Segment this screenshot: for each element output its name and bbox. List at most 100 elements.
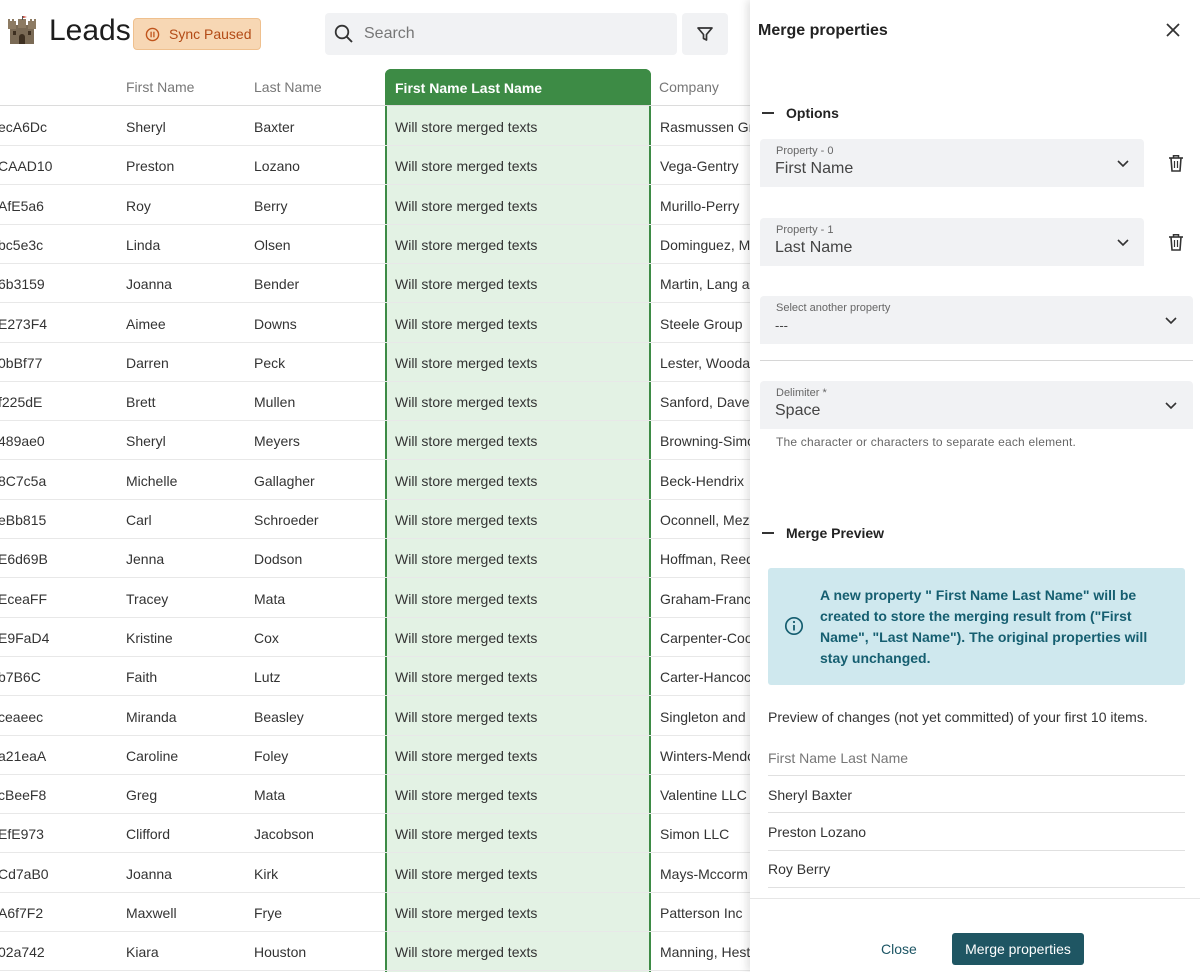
cell-first-name: Carl [126, 512, 152, 528]
page-title: Leads [49, 14, 131, 47]
cell-company: Murillo-Perry [660, 197, 740, 214]
preview-heading: Merge Preview [786, 525, 885, 541]
select-another-property[interactable]: Select another property --- [760, 296, 1193, 344]
cell-id: 8C7c5a [0, 472, 47, 489]
select-another-label: Select another property [776, 302, 891, 314]
cell-merged: Will store merged texts [395, 236, 538, 253]
cell-company: Sanford, Daven [660, 394, 750, 411]
cell-merged: Will store merged texts [395, 708, 538, 725]
table-row[interactable]: EceaFF Tracey Mata Will store merged texts G… [0, 579, 750, 618]
column-header-last-name[interactable]: Last Name [254, 79, 322, 95]
header-divider [0, 105, 750, 106]
table-row[interactable]: A6f7F2 Maxwell Frye Will store merged texts… [0, 893, 750, 932]
table-row[interactable]: b7B6C Faith Lutz Will store merged texts Car… [0, 657, 750, 697]
table-row[interactable]: 02a742 Kiara Houston Will store merged text… [0, 932, 750, 972]
search-input[interactable] [364, 25, 644, 43]
sync-status-badge[interactable]: Sync Paused [133, 18, 261, 50]
cell-first-name: Joanna [126, 276, 172, 293]
trash-icon[interactable] [1168, 154, 1184, 172]
cell-id: f225dE [0, 394, 43, 411]
cell-first-name: Jenna [126, 551, 165, 568]
property-1-select[interactable]: Property - 1 Last Name [760, 218, 1144, 266]
cell-id: ecA6Dc [0, 119, 48, 135]
table-row[interactable]: Cd7aB0 Joanna Kirk Will store merged texts M… [0, 854, 750, 893]
cell-company: Carpenter-Coo [660, 629, 750, 646]
preview-divider [768, 887, 1185, 888]
preview-divider [768, 775, 1185, 776]
cell-last-name: Kirk [254, 865, 279, 882]
table-row[interactable]: CAAD10 Preston Lozano Will store merged tex… [0, 146, 750, 186]
delimiter-select[interactable]: Delimiter * Space [760, 381, 1193, 429]
chevron-down-icon [1165, 317, 1177, 325]
cell-last-name: Berry [254, 197, 288, 214]
filter-button[interactable] [682, 13, 728, 55]
preview-divider [768, 850, 1185, 851]
close-icon[interactable] [1164, 21, 1182, 39]
cell-first-name: Clifford [126, 826, 171, 843]
table-row[interactable]: eBb815 Carl Schroeder Will store merged tex… [0, 500, 750, 539]
table-row[interactable]: AfE5a6 Roy Berry Will store merged texts Mur… [0, 186, 750, 225]
cell-merged: Will store merged texts [395, 276, 538, 293]
cell-merged: Will store merged texts [395, 472, 538, 489]
cell-merged: Will store merged texts [395, 197, 538, 214]
cell-last-name: Mata [254, 590, 286, 607]
table-row[interactable]: 8C7c5a Michelle Gallagher Will store merged… [0, 461, 750, 500]
merge-info-alert: A new property " First Name Last Name" w… [768, 568, 1185, 685]
cell-merged: Will store merged texts [395, 747, 538, 764]
cell-id: 0bBf77 [0, 354, 43, 371]
cell-company: Vega-Gentry [660, 158, 739, 175]
merge-properties-button[interactable]: Merge properties [952, 933, 1084, 965]
table-row[interactable]: 6b3159 Joanna Bender Will store merged text… [0, 264, 750, 304]
preview-description: Preview of changes (not yet committed) o… [768, 709, 1148, 725]
column-header-merged[interactable]: First Name Last Name [385, 69, 651, 106]
table-row[interactable]: E273F4 Aimee Downs Will store merged texts S… [0, 304, 750, 343]
cell-last-name: Olsen [254, 236, 291, 253]
trash-icon[interactable] [1168, 233, 1184, 251]
cell-merged: Will store merged texts [395, 512, 538, 528]
table-row[interactable]: ecA6Dc Sheryl Baxter Will store merged text… [0, 107, 750, 146]
cell-company: Winters-Mendo [660, 747, 750, 764]
top-bar: Leads Sync Paused [0, 0, 750, 68]
cell-company: Carter-Hancoc [660, 669, 750, 686]
property-1-value: Last Name [775, 239, 853, 256]
table-row[interactable]: 0bBf77 Darren Peck Will store merged texts L… [0, 343, 750, 382]
preview-section-toggle[interactable]: Merge Preview [762, 525, 884, 541]
leads-view: Leads Sync Paused Search First Name Last… [0, 0, 750, 972]
cell-merged: Will store merged texts [395, 158, 538, 175]
cell-id: Cd7aB0 [0, 865, 49, 882]
table-row[interactable]: E9FaD4 Kristine Cox Will store merged texts… [0, 618, 750, 657]
table-row[interactable]: ceaeec Miranda Beasley Will store merged te… [0, 697, 750, 736]
table-row[interactable]: f225dE Brett Mullen Will store merged texts… [0, 382, 750, 422]
property-0-select[interactable]: Property - 0 First Name [760, 139, 1144, 187]
table-row[interactable]: bc5e3c Linda Olsen Will store merged texts D… [0, 225, 750, 264]
castle-icon [8, 16, 36, 44]
select-another-value: --- [775, 318, 788, 333]
cell-merged: Will store merged texts [395, 669, 538, 686]
column-header-first-name[interactable]: First Name [126, 79, 194, 95]
close-button[interactable]: Close [881, 941, 917, 957]
options-heading: Options [786, 105, 839, 121]
options-section-toggle[interactable]: Options [762, 105, 839, 121]
table-row[interactable]: a21eaA Caroline Foley Will store merged tex… [0, 736, 750, 775]
table-row[interactable]: E6d69B Jenna Dodson Will store merged texts… [0, 539, 750, 579]
cell-last-name: Foley [254, 747, 289, 764]
footer-divider [750, 898, 1200, 899]
table-row[interactable]: EfE973 Clifford Jacobson Will store merged … [0, 814, 750, 854]
cell-company: Mays-Mccorm [660, 865, 748, 882]
cell-first-name: Linda [126, 236, 161, 253]
options-divider [760, 360, 1193, 361]
cell-last-name: Meyers [254, 433, 300, 450]
table-row[interactable]: cBeeF8 Greg Mata Will store merged texts Val… [0, 775, 750, 815]
cell-id: cBeeF8 [0, 787, 47, 804]
cell-company: Martin, Lang a [660, 276, 750, 293]
preview-row: Preston Lozano [768, 824, 867, 840]
cell-company: Beck-Hendrix [660, 472, 745, 489]
column-header-company[interactable]: Company [659, 79, 719, 95]
cell-merged: Will store merged texts [395, 433, 538, 450]
table-row[interactable]: 489ae0 Sheryl Meyers Will store merged text… [0, 421, 750, 461]
cell-company: Dominguez, M [660, 236, 750, 253]
info-icon [784, 616, 804, 636]
cell-last-name: Beasley [254, 708, 304, 725]
cell-company: Graham-Franci [660, 590, 750, 607]
search-box[interactable] [325, 13, 677, 55]
